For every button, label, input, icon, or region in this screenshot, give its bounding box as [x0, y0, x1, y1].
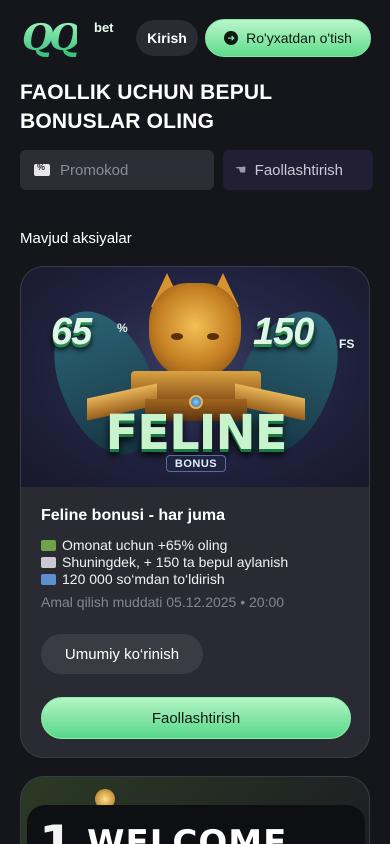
coupon-icon [34, 162, 50, 176]
logo-suffix: bet [94, 20, 114, 35]
validity-text: Amal qilish muddati 05.12.2025 • 20:00 [41, 594, 285, 610]
overview-button[interactable]: Umumiy ko‘rinish [41, 634, 203, 674]
cat-eye [171, 333, 183, 340]
promo-activate-label: Faollashtirish [254, 161, 344, 179]
banner-badge: BONUS [166, 455, 226, 472]
list-item: Shuningdek, + 150 ta bepul aylanish [41, 554, 351, 571]
register-label: Ro'yxatdan o'tish [246, 30, 352, 46]
perk-list: Omonat uchun +65% oling Shuningdek, + 15… [41, 537, 351, 588]
hand-pointer-icon: ☚ [235, 162, 247, 177]
promo-activate-button[interactable]: ☚ Faollashtirish [223, 150, 373, 190]
list-item: Omonat uchun +65% oling [41, 537, 351, 554]
banner-headline: FELINE [105, 405, 288, 461]
promotion-banner: 65 % 150 FS FELINE BONUS [21, 267, 369, 487]
promo-input[interactable] [60, 161, 200, 179]
promotion-card: 65 % 150 FS FELINE BONUS Feline bonusi -… [20, 266, 370, 758]
banner-percent-suffix: % [117, 321, 128, 335]
header: QQ bet Kirish ➜ Ro'yxatdan o'tish [0, 0, 390, 76]
promo-field[interactable] [20, 150, 214, 190]
cat-eye [207, 333, 219, 340]
login-button[interactable]: Kirish [136, 20, 198, 56]
register-button[interactable]: ➜ Ro'yxatdan o'tish [205, 19, 371, 57]
banner-number: 1 [39, 815, 74, 844]
perk-text: Shuningdek, + 150 ta bepul aylanish [62, 554, 289, 570]
logo-text: QQ [22, 17, 81, 59]
banner-percent-value: 65 [51, 311, 92, 353]
arrow-right-icon: ➜ [224, 31, 239, 45]
promotion-title: Feline bonusi - har juma [41, 507, 226, 524]
banner-spins-value: 150 [253, 311, 314, 353]
promotion-details: Feline bonusi - har juma Omonat uchun +6… [41, 507, 351, 610]
list-item: 120 000 so‘mdan to‘ldirish [41, 571, 351, 588]
cat-statue-icon [149, 283, 241, 379]
slot-machine-icon [41, 557, 56, 568]
perk-text: 120 000 so‘mdan to‘ldirish [62, 571, 225, 587]
money-icon [41, 540, 56, 551]
activate-button[interactable]: Faollashtirish [41, 697, 351, 739]
promotion-card: 1 WELCOME [20, 776, 370, 844]
page-title: FAOLLIK UCHUN BEPUL BONUSLAR OLING [20, 81, 272, 133]
banner-spins-suffix: FS [339, 337, 355, 351]
section-label: Mavjud aksiyalar [20, 230, 132, 247]
banner-headline: WELCOME [87, 823, 288, 844]
logo[interactable]: QQ bet [22, 18, 122, 62]
perk-text: Omonat uchun +65% oling [62, 537, 228, 553]
card-icon [41, 574, 56, 585]
